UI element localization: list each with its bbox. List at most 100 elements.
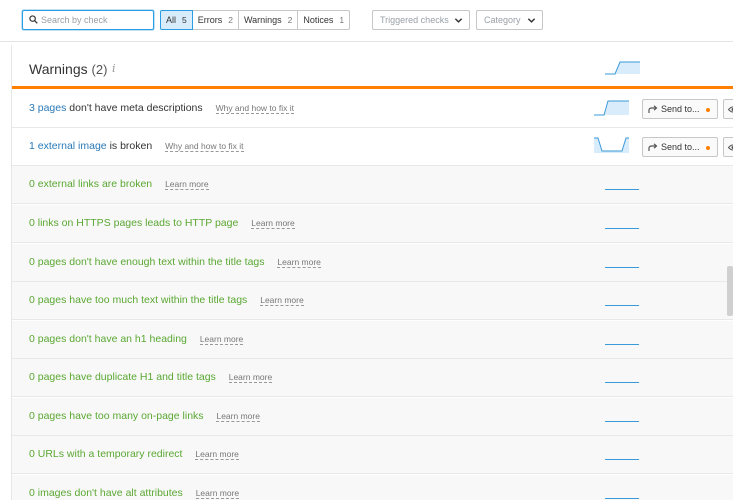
check-text: 0 pages have too many on-page links bbox=[29, 410, 204, 422]
flat-trend-line bbox=[605, 228, 639, 229]
table-row: 0 images don't have alt attributes Learn… bbox=[12, 475, 733, 500]
check-text: 0 pages have too much text within the ti… bbox=[29, 294, 248, 306]
check-text: is broken bbox=[109, 140, 153, 152]
trend-sparkline-icon bbox=[594, 137, 629, 153]
dropdown-label: Triggered checks bbox=[380, 15, 449, 25]
filter-warnings-button[interactable]: Warnings 2 bbox=[237, 10, 299, 30]
learn-more-link[interactable]: Learn more bbox=[195, 449, 239, 460]
check-text: 0 pages have duplicate H1 and title tags bbox=[29, 371, 216, 383]
share-arrow-icon bbox=[648, 143, 658, 151]
flat-trend-line bbox=[605, 421, 639, 422]
scrollbar-thumb[interactable] bbox=[727, 266, 733, 316]
filter-notices-button[interactable]: Notices 1 bbox=[297, 10, 351, 30]
check-text: 0 URLs with a temporary redirect bbox=[29, 448, 183, 460]
warnings-card: Warnings (2) i 3 pages don't have meta d… bbox=[11, 45, 733, 500]
triggered-checks-dropdown[interactable]: Triggered checks bbox=[372, 10, 470, 30]
table-row: 0 URLs with a temporary redirect Learn m… bbox=[12, 436, 733, 474]
learn-more-link[interactable]: Learn more bbox=[260, 295, 304, 306]
why-fix-link[interactable]: Why and how to fix it bbox=[165, 141, 244, 152]
section-count: (2) bbox=[91, 62, 108, 77]
check-message: 0 pages have too much text within the ti… bbox=[29, 294, 304, 306]
check-message: 0 URLs with a temporary redirect Learn m… bbox=[29, 448, 239, 460]
table-row: 0 pages have duplicate H1 and title tags… bbox=[12, 359, 733, 397]
send-to-button[interactable]: Send to... bbox=[642, 137, 718, 157]
filter-errors-button[interactable]: Errors 2 bbox=[191, 10, 239, 30]
check-text: 0 pages don't have an h1 heading bbox=[29, 333, 187, 345]
table-row: 0 pages have too much text within the ti… bbox=[12, 282, 733, 320]
flat-trend-line bbox=[605, 459, 639, 460]
check-message: 0 pages have too many on-page links Lear… bbox=[29, 410, 260, 422]
section-title-text: Warnings bbox=[29, 61, 88, 77]
view-button[interactable] bbox=[723, 99, 733, 119]
table-row: 1 external image is broken Why and how t… bbox=[12, 128, 733, 166]
filter-label: Errors bbox=[197, 15, 223, 25]
table-row: 0 pages don't have enough text within th… bbox=[12, 244, 733, 282]
learn-more-link[interactable]: Learn more bbox=[195, 488, 240, 499]
filter-toolbar: All 5 Errors 2 Warnings 2 Notices 1 Trig… bbox=[0, 0, 733, 42]
filter-count: 1 bbox=[339, 15, 345, 25]
learn-more-link[interactable]: Learn more bbox=[251, 218, 295, 229]
dropdown-label: Category bbox=[484, 15, 521, 25]
chevron-down-icon bbox=[527, 18, 536, 23]
filter-all-button[interactable]: All 5 bbox=[160, 10, 193, 30]
notification-dot bbox=[706, 146, 710, 150]
notification-dot bbox=[706, 108, 710, 112]
table-row: 0 external links are broken Learn more bbox=[12, 166, 733, 204]
table-row: 0 links on HTTPS pages leads to HTTP pag… bbox=[12, 205, 733, 243]
info-icon[interactable]: i bbox=[112, 62, 116, 75]
search-box[interactable] bbox=[22, 10, 154, 30]
send-to-label: Send to... bbox=[661, 142, 700, 152]
table-row: 3 pages don't have meta descriptions Why… bbox=[12, 90, 733, 128]
filter-label: All bbox=[166, 15, 177, 25]
affected-images-link[interactable]: 1 external image bbox=[29, 140, 107, 152]
filter-label: Notices bbox=[303, 15, 334, 25]
learn-more-link[interactable]: Learn more bbox=[165, 179, 209, 190]
check-type-filter: All 5 Errors 2 Warnings 2 Notices 1 bbox=[160, 10, 351, 30]
send-to-label: Send to... bbox=[661, 104, 700, 114]
affected-pages-link[interactable]: 3 pages bbox=[29, 102, 66, 114]
check-text: 0 external links are broken bbox=[29, 178, 153, 190]
share-arrow-icon bbox=[648, 105, 658, 113]
search-input[interactable] bbox=[41, 13, 149, 27]
check-message: 0 links on HTTPS pages leads to HTTP pag… bbox=[29, 217, 295, 229]
check-text: 0 links on HTTPS pages leads to HTTP pag… bbox=[29, 217, 239, 229]
search-icon bbox=[29, 15, 38, 24]
section-header: Warnings (2) i bbox=[12, 45, 733, 90]
check-text: 0 images don't have alt attributes bbox=[29, 487, 183, 499]
send-to-button[interactable]: Send to... bbox=[642, 99, 718, 119]
filter-count: 2 bbox=[228, 15, 233, 25]
check-message: 3 pages don't have meta descriptions Why… bbox=[29, 102, 294, 114]
filter-count: 5 bbox=[182, 15, 187, 25]
eye-icon bbox=[728, 144, 733, 151]
flat-trend-line bbox=[605, 382, 639, 383]
check-message: 0 pages have duplicate H1 and title tags… bbox=[29, 371, 273, 383]
filter-label: Warnings bbox=[243, 15, 282, 25]
check-message: 0 images don't have alt attributes Learn… bbox=[29, 487, 240, 499]
warning-color-bar bbox=[12, 86, 733, 89]
flat-trend-line bbox=[605, 189, 639, 190]
eye-icon bbox=[728, 106, 733, 113]
flat-trend-line bbox=[605, 498, 639, 499]
learn-more-link[interactable]: Learn more bbox=[228, 372, 273, 383]
view-button[interactable] bbox=[723, 137, 733, 157]
table-row: 0 pages have too many on-page links Lear… bbox=[12, 398, 733, 436]
category-dropdown[interactable]: Category bbox=[476, 10, 543, 30]
why-fix-link[interactable]: Why and how to fix it bbox=[215, 103, 294, 114]
check-text: don't have meta descriptions bbox=[69, 102, 203, 114]
learn-more-link[interactable]: Learn more bbox=[216, 411, 260, 422]
flat-trend-line bbox=[605, 344, 639, 345]
check-message: 1 external image is broken Why and how t… bbox=[29, 140, 244, 152]
table-row: 0 pages don't have an h1 heading Learn m… bbox=[12, 321, 733, 359]
check-message: 0 pages don't have enough text within th… bbox=[29, 256, 321, 268]
flat-trend-line bbox=[605, 267, 639, 268]
check-text: 0 pages don't have enough text within th… bbox=[29, 256, 265, 268]
filter-count: 2 bbox=[287, 15, 293, 25]
chevron-down-icon bbox=[454, 18, 463, 23]
trend-sparkline-icon bbox=[605, 61, 640, 75]
flat-trend-line bbox=[605, 305, 639, 306]
learn-more-link[interactable]: Learn more bbox=[199, 334, 244, 345]
check-message: 0 external links are broken Learn more bbox=[29, 178, 209, 190]
trend-sparkline-icon bbox=[594, 100, 629, 116]
learn-more-link[interactable]: Learn more bbox=[277, 257, 321, 268]
check-message: 0 pages don't have an h1 heading Learn m… bbox=[29, 333, 244, 345]
